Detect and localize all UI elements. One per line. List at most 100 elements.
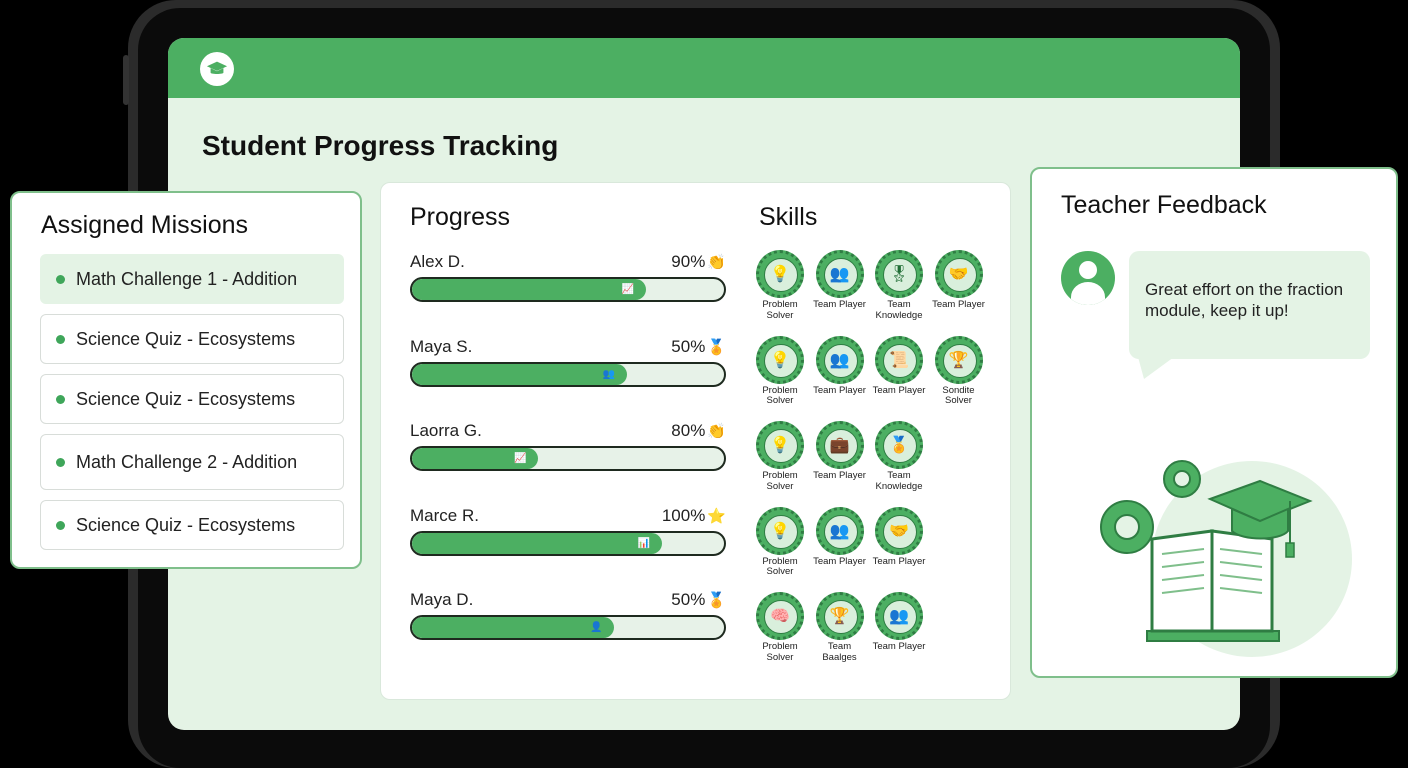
mission-item[interactable]: Science Quiz - Ecosystems — [40, 500, 344, 550]
reaction-icon: 🏅 — [707, 592, 726, 609]
skill-badge-label: Team Player — [872, 384, 926, 396]
percent-value: 80% — [671, 421, 706, 440]
skill-badge-label: Team Player — [872, 641, 926, 652]
avatar-body — [1071, 282, 1105, 305]
page-title: Student Progress Tracking — [202, 130, 559, 161]
skill-badge-label: Team Player — [813, 299, 866, 310]
skill-badge[interactable]: 🏆 Sondite Solver — [929, 335, 989, 407]
team-icon: 👥 — [829, 351, 850, 369]
handshake-icon: 🤝 — [889, 522, 909, 540]
skill-badge-label: Team Player — [872, 555, 926, 567]
trophy-icon: 🏆 — [829, 608, 850, 625]
app-header — [168, 38, 1240, 98]
bullet-dot — [56, 394, 65, 404]
skill-badge-label: Problem Solver — [762, 299, 798, 321]
skill-badge-label: Team Player — [813, 470, 866, 481]
mission-label: Science Quiz - Ecosystems — [76, 388, 296, 409]
progress-bar-fill — [412, 279, 646, 300]
handshake-icon: 🤝 — [948, 266, 969, 283]
student-progress-row[interactable]: Alex D. 90% 👏 📈 — [410, 252, 726, 302]
mission-item[interactable]: Science Quiz - Ecosystems — [40, 314, 344, 364]
progress-bar-fill — [412, 532, 662, 554]
mission-item[interactable]: Math Challenge 2 - Addition — [40, 434, 344, 490]
skill-badge[interactable]: 🏅 Team Knowledge — [869, 421, 929, 492]
student-name: Marce R. — [410, 505, 479, 525]
progress-marker-icon: 📊 — [637, 537, 651, 549]
skill-badge-label: Team Player — [813, 555, 866, 567]
badge-medal: 🧠 — [756, 592, 804, 640]
student-progress-row[interactable]: Maya D. 50% 🏅 👤 — [410, 590, 726, 640]
student-progress-row[interactable]: Maya S. 50% 🏅 👥 — [410, 336, 726, 387]
progress-bar: 📈 — [410, 277, 726, 302]
skill-badge[interactable]: 🤝 Team Player — [869, 506, 929, 568]
skill-badge[interactable]: 📜 Team Player — [869, 335, 929, 397]
percent-value: 50% — [671, 590, 706, 609]
skill-badge-label: Sondite Solver — [942, 384, 975, 406]
mission-label: Math Challenge 2 - Addition — [76, 451, 298, 472]
skill-badge[interactable]: 💼 Team Player — [810, 421, 870, 482]
lightbulb-icon: 💡 — [770, 351, 790, 369]
progress-percent: 90% 👏 — [671, 252, 726, 272]
skill-badge[interactable]: 🤝 Team Player — [929, 250, 989, 311]
skill-badge[interactable]: 🎖 Team Knowledge — [869, 250, 929, 321]
student-name: Maya D. — [410, 590, 474, 609]
skill-badge[interactable]: 👥 Team Player — [810, 506, 870, 568]
skill-badge[interactable]: 💡 Problem Solver — [750, 335, 810, 407]
progress-marker-icon: 📈 — [514, 453, 527, 464]
graduation-cap-icon — [206, 61, 228, 75]
skill-badge[interactable]: 👥 Team Player — [810, 335, 870, 397]
student-progress-row[interactable]: Marce R. 100% ⭐ 📊 — [410, 505, 726, 556]
speech-bubble-tail — [1138, 357, 1174, 379]
assigned-missions-panel: Assigned Missions Math Challenge 1 - Add… — [10, 191, 362, 569]
skill-badge-label: Team Knowledge — [875, 470, 923, 492]
bullet-dot — [56, 520, 65, 530]
lightbulb-icon: 💡 — [770, 437, 790, 454]
bullet-dot — [56, 334, 65, 344]
progress-percent: 100% ⭐ — [662, 506, 726, 526]
badge-medal: 🏅 — [875, 421, 923, 469]
skill-badge[interactable]: 💡 Problem Solver — [750, 250, 810, 321]
percent-value: 50% — [671, 336, 706, 356]
mission-item[interactable]: Math Challenge 1 - Addition — [40, 254, 344, 304]
badge-medal: 👥 — [815, 506, 864, 555]
teacher-avatar — [1061, 251, 1115, 305]
progress-marker-icon: 📈 — [621, 284, 635, 295]
badge-medal: 🏆 — [934, 335, 983, 384]
progress-title: Progress — [410, 203, 511, 231]
certificate-icon: 📜 — [889, 351, 909, 369]
skill-badge-label: Team Player — [932, 299, 985, 310]
skill-badge-label: Problem Solver — [762, 555, 798, 577]
skill-badge-label: Problem Solver — [762, 641, 798, 663]
team-icon: 👥 — [829, 266, 850, 283]
badge-medal: 💡 — [756, 421, 804, 469]
progress-bar: 📊 — [410, 530, 726, 556]
lightbulb-icon: 💡 — [770, 522, 790, 540]
progress-bar: 👤 — [410, 615, 726, 640]
medal-icon: 🎖 — [888, 266, 910, 283]
bullet-dot — [56, 457, 65, 467]
mission-label: Science Quiz - Ecosystems — [76, 328, 296, 349]
skill-badge[interactable]: 💡 Problem Solver — [750, 421, 810, 492]
skill-badge[interactable]: 🧠 Problem Solver — [750, 592, 810, 663]
progress-marker-icon: 👥 — [602, 368, 616, 380]
mission-item[interactable]: Science Quiz - Ecosystems — [40, 374, 344, 424]
skill-badge[interactable]: 👥 Team Player — [869, 592, 929, 653]
mission-label: Science Quiz - Ecosystems — [76, 514, 296, 535]
missions-title: Assigned Missions — [41, 211, 249, 239]
badge-medal: 💡 — [756, 335, 804, 384]
badge-medal: 🤝 — [934, 250, 983, 298]
progress-bar: 👥 — [410, 361, 726, 387]
graduation-cap-logo-icon[interactable] — [200, 52, 234, 86]
lightbulb-icon: 💡 — [770, 266, 790, 283]
skill-badge[interactable]: 👥 Team Player — [810, 250, 870, 311]
skill-badge[interactable]: 💡 Problem Solver — [750, 506, 810, 578]
badge-medal: 💡 — [756, 506, 804, 555]
skill-badge-label: Problem Solver — [762, 470, 798, 492]
reaction-icon: 👏 — [707, 254, 726, 271]
student-name: Maya S. — [410, 336, 473, 356]
student-progress-row[interactable]: Laorra G. 80% 👏 📈 — [410, 421, 726, 471]
student-name: Alex D. — [410, 252, 465, 271]
skill-badge[interactable]: 🏆 Team Baalges — [810, 592, 870, 663]
briefcase-icon: 💼 — [829, 437, 850, 454]
skill-badge-label: Team Knowledge — [875, 299, 923, 321]
